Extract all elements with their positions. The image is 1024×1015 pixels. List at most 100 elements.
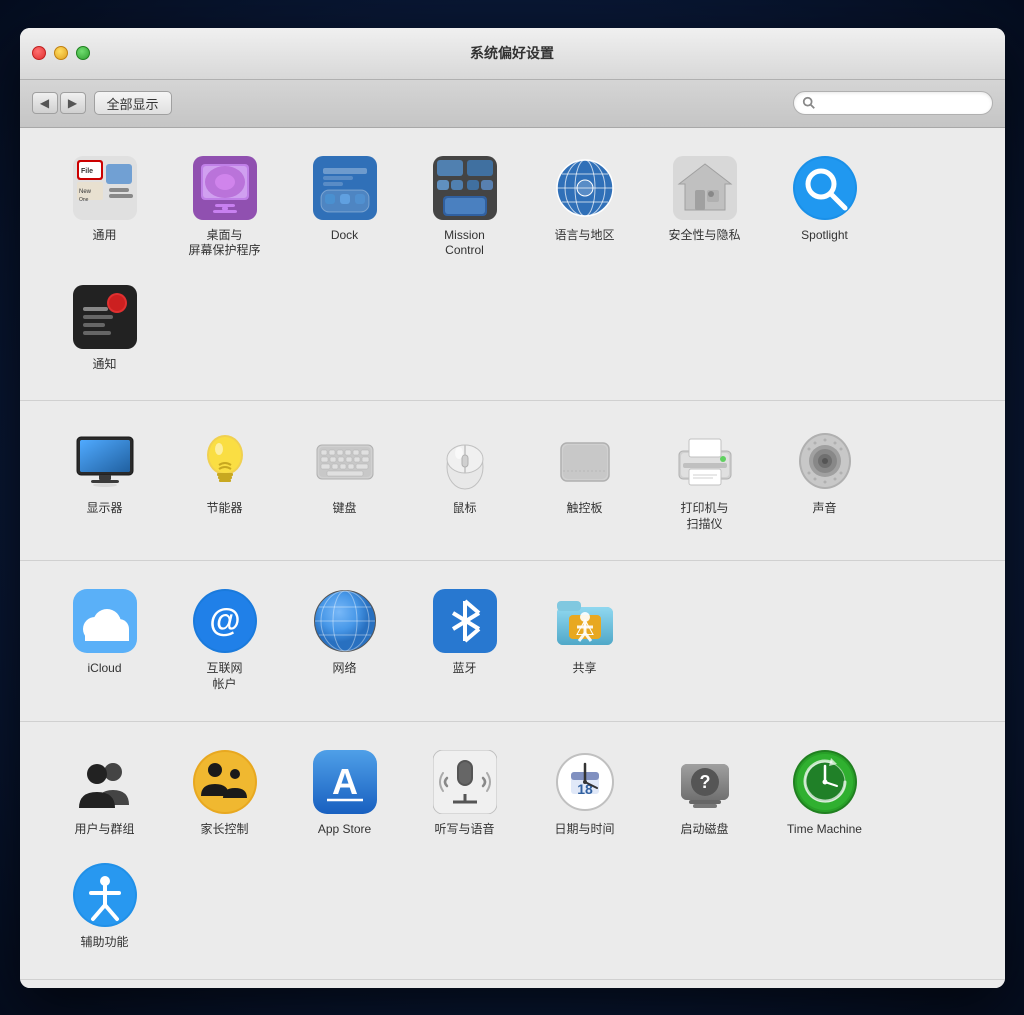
minimize-button[interactable]	[54, 46, 68, 60]
section-hardware: 显示器	[20, 401, 1005, 561]
hardware-icons-grid: 显示器	[50, 421, 975, 540]
security-icon	[673, 156, 737, 220]
pref-icloud[interactable]: iCloud	[50, 581, 160, 700]
pref-appstore[interactable]: A App Store	[290, 742, 400, 846]
pref-language[interactable]: 语言与地区	[530, 148, 640, 267]
pref-notification[interactable]: 通知	[50, 277, 160, 381]
pref-sharing[interactable]: ⚠ 共享	[530, 581, 640, 700]
pref-bluetooth[interactable]: 蓝牙	[410, 581, 520, 700]
pref-printer[interactable]: 打印机与 扫描仪	[650, 421, 760, 540]
desktop-icon	[193, 156, 257, 220]
section-system: 用户与群组	[20, 722, 1005, 980]
system-icons-grid: 用户与群组	[50, 742, 975, 959]
svg-text:@: @	[209, 602, 240, 638]
nav-buttons: ◀ ▶	[32, 92, 86, 114]
energy-label: 节能器	[206, 501, 242, 517]
section-personal: File New One 通用	[20, 128, 1005, 402]
timemachine-icon	[793, 750, 857, 814]
network-label: 网络	[332, 661, 356, 677]
pref-accessibility[interactable]: 辅助功能	[50, 855, 160, 959]
search-input[interactable]	[816, 96, 984, 110]
section-other: Flash Player	[20, 980, 1005, 988]
bluetooth-icon	[433, 589, 497, 653]
pref-keyboard[interactable]: 键盘	[290, 421, 400, 540]
svg-text:One: One	[79, 197, 89, 203]
pref-datetime[interactable]: 18 日期与时间	[530, 742, 640, 846]
trackpad-icon	[553, 429, 617, 493]
forward-button[interactable]: ▶	[60, 92, 86, 114]
search-icon	[802, 96, 816, 110]
startup-icon: ?	[673, 750, 737, 814]
mouse-label: 鼠标	[452, 501, 476, 517]
general-label: 通用	[92, 228, 116, 244]
bluetooth-label: 蓝牙	[452, 661, 476, 677]
icloud-icon	[73, 589, 137, 653]
svg-text:A: A	[332, 761, 358, 802]
desktop-label: 桌面与 屏幕保护程序	[188, 228, 260, 259]
pref-timemachine[interactable]: Time Machine	[770, 742, 880, 846]
printer-icon	[673, 429, 737, 493]
pref-mouse[interactable]: 鼠标	[410, 421, 520, 540]
users-icon	[73, 750, 137, 814]
svg-text:File: File	[81, 168, 93, 175]
language-icon	[553, 156, 617, 220]
dock-label: Dock	[331, 228, 358, 244]
internet-icon: @	[193, 589, 257, 653]
pref-mission[interactable]: Mission Control	[410, 148, 520, 267]
titlebar: 系统偏好设置	[20, 28, 1005, 80]
pref-trackpad[interactable]: 触控板	[530, 421, 640, 540]
parental-icon	[193, 750, 257, 814]
spotlight-icon	[793, 156, 857, 220]
toolbar: ◀ ▶ 全部显示	[20, 80, 1005, 128]
svg-text:New: New	[79, 189, 92, 195]
keyboard-label: 键盘	[332, 501, 356, 517]
sound-label: 声音	[812, 501, 836, 517]
security-label: 安全性与隐私	[668, 228, 740, 244]
accessibility-icon	[73, 863, 137, 927]
datetime-icon: 18	[553, 750, 617, 814]
accessibility-label: 辅助功能	[80, 935, 128, 951]
pref-parental[interactable]: 家长控制	[170, 742, 280, 846]
show-all-button[interactable]: 全部显示	[94, 91, 172, 115]
energy-icon	[193, 429, 257, 493]
mission-label: Mission Control	[444, 228, 485, 259]
internet-label: 互联网 帐户	[206, 661, 242, 692]
printer-label: 打印机与 扫描仪	[680, 501, 728, 532]
notification-label: 通知	[92, 357, 116, 373]
mission-icon	[433, 156, 497, 220]
appstore-icon: A	[313, 750, 377, 814]
trackpad-label: 触控板	[566, 501, 602, 517]
back-button[interactable]: ◀	[32, 92, 58, 114]
pref-display[interactable]: 显示器	[50, 421, 160, 540]
notification-icon	[73, 285, 137, 349]
svg-text:?: ?	[699, 772, 710, 792]
pref-energy[interactable]: 节能器	[170, 421, 280, 540]
pref-users[interactable]: 用户与群组	[50, 742, 160, 846]
mouse-icon	[433, 429, 497, 493]
pref-dock[interactable]: Dock	[290, 148, 400, 267]
network-icon	[313, 589, 377, 653]
pref-sound[interactable]: 声音	[770, 421, 880, 540]
pref-general[interactable]: File New One 通用	[50, 148, 160, 267]
search-box	[793, 91, 993, 115]
datetime-label: 日期与时间	[554, 822, 614, 838]
maximize-button[interactable]	[76, 46, 90, 60]
pref-internet[interactable]: @ 互联网 帐户	[170, 581, 280, 700]
icloud-label: iCloud	[87, 661, 121, 677]
content-area: File New One 通用	[20, 128, 1005, 988]
pref-security[interactable]: 安全性与隐私	[650, 148, 760, 267]
pref-desktop[interactable]: 桌面与 屏幕保护程序	[170, 148, 280, 267]
system-preferences-window: 系统偏好设置 ◀ ▶ 全部显示	[20, 28, 1005, 988]
language-label: 语言与地区	[554, 228, 614, 244]
pref-dictation[interactable]: 听写与语音	[410, 742, 520, 846]
pref-network[interactable]: 网络	[290, 581, 400, 700]
dock-icon	[313, 156, 377, 220]
internet-icons-grid: iCloud @ 互联网 帐户	[50, 581, 975, 700]
sharing-label: 共享	[572, 661, 596, 677]
display-icon	[73, 429, 137, 493]
close-button[interactable]	[32, 46, 46, 60]
pref-spotlight[interactable]: Spotlight	[770, 148, 880, 267]
pref-startup[interactable]: ? 启动磁盘	[650, 742, 760, 846]
timemachine-label: Time Machine	[787, 822, 862, 838]
dictation-icon	[433, 750, 497, 814]
